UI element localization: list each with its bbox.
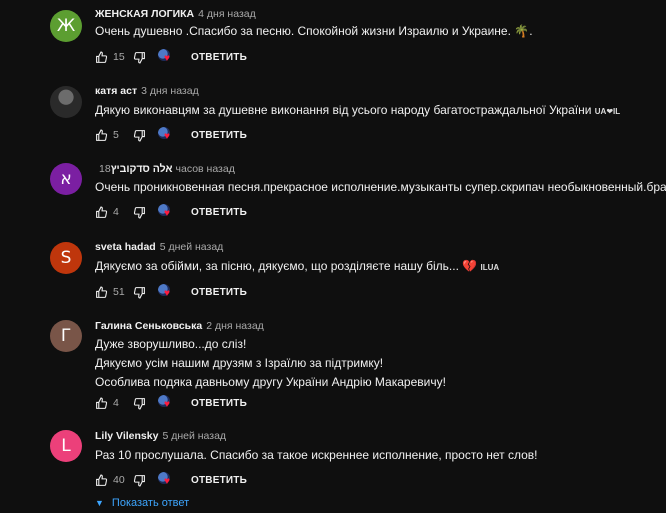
thumb-down-icon[interactable] [133, 286, 146, 299]
comment-actions: 51 ♥ ОТВЕТИТЬ [95, 284, 247, 300]
reply-button[interactable]: ОТВЕТИТЬ [191, 207, 247, 218]
comment-author[interactable]: Галина Сеньковська [95, 320, 202, 332]
reply-button[interactable]: ОТВЕТИТЬ [191, 287, 247, 298]
comment-text: Дякую виконавцям за душевне виконання ві… [95, 101, 620, 121]
comment-line: Дуже зворушливо...до сліз! [95, 337, 247, 351]
thumb-up-icon[interactable] [95, 474, 108, 487]
comment-time[interactable]: 2 дня назад [206, 320, 264, 332]
comment-line: Дякуємо за обійми, за пісню, дякуємо, що… [95, 259, 478, 273]
comment-text: Дуже зворушливо...до сліз! Дякуємо усім … [95, 335, 446, 392]
comment-author[interactable]: ЖЕНСКАЯ ЛОГИКА [95, 8, 194, 20]
comment-author[interactable]: sveta hadad [95, 241, 156, 253]
like-count: 5 [113, 129, 119, 141]
comment-actions: 4 ♥ ОТВЕТИТЬ [95, 395, 247, 411]
reply-button[interactable]: ОТВЕТИТЬ [191, 475, 247, 486]
creator-heart-icon: ♥ [158, 204, 174, 220]
thumb-up-icon[interactable] [95, 206, 108, 219]
comment-time[interactable]: 5 дней назад [162, 430, 226, 442]
creator-heart-icon: ♥ [158, 49, 174, 65]
comment-text: Очень душевно .Спасибо за песню. Спокойн… [95, 22, 533, 41]
thumb-down-icon[interactable] [133, 129, 146, 142]
avatar[interactable]: Г [50, 320, 82, 352]
thumb-up-icon[interactable] [95, 286, 108, 299]
comment-time[interactable]: 4 дня назад [198, 8, 256, 20]
avatar[interactable]: S [50, 242, 82, 274]
comment-line: Очень проникновенная песня.прекрасное ис… [95, 180, 666, 194]
flag-emoji: UA❤IL [594, 107, 621, 116]
comment-author[interactable]: катя аст [95, 85, 137, 97]
comment-author[interactable]: אלה סדקוביץ [111, 163, 173, 175]
like-count: 15 [113, 51, 125, 63]
flag-emoji: ILUA [480, 263, 500, 272]
avatar[interactable]: L [50, 430, 82, 462]
like-count: 40 [113, 474, 125, 486]
like-count: 51 [113, 286, 125, 298]
thumb-down-icon[interactable] [133, 397, 146, 410]
like-count: 4 [113, 397, 119, 409]
caret-down-icon: ▼ [95, 498, 104, 508]
comment-time[interactable]: 5 дней назад [160, 241, 224, 253]
comment-line: Дякую виконавцям за душевне виконання ві… [95, 103, 592, 117]
like-count: 4 [113, 206, 119, 218]
avatar[interactable]: Ж [50, 10, 82, 42]
thumb-down-icon[interactable] [133, 206, 146, 219]
thumb-up-icon[interactable] [95, 51, 108, 64]
creator-heart-icon: ♥ [158, 395, 174, 411]
thumb-down-icon[interactable] [133, 51, 146, 64]
show-replies-label: Показать ответ [111, 497, 190, 509]
thumb-down-icon[interactable] [133, 474, 146, 487]
creator-heart-icon: ♥ [158, 284, 174, 300]
creator-heart-icon: ♥ [158, 127, 174, 143]
comment-line: Очень душевно .Спасибо за песню. Спокойн… [95, 24, 533, 38]
comment-line: Особлива подяка давньому другу України А… [95, 375, 446, 389]
comment-text: Дякуємо за обійми, за пісню, дякуємо, що… [95, 257, 499, 277]
creator-heart-icon: ♥ [158, 472, 174, 488]
comment-text: Раз 10 прослушала. Спасибо за такое искр… [95, 446, 537, 465]
thumb-up-icon[interactable] [95, 397, 108, 410]
comment-line: Раз 10 прослушала. Спасибо за такое искр… [95, 448, 538, 462]
avatar[interactable]: א [50, 163, 82, 195]
comment-actions: 40 ♥ ОТВЕТИТЬ [95, 472, 247, 488]
comment-actions: 4 ♥ ОТВЕТИТЬ [95, 204, 247, 220]
comment-actions: 5 ♥ ОТВЕТИТЬ [95, 127, 247, 143]
comment-text: Очень проникновенная песня.прекрасное ис… [95, 178, 666, 197]
thumb-up-icon[interactable] [95, 129, 108, 142]
comment-author[interactable]: Lily Vilensky [95, 430, 158, 442]
comment-line: Дякуємо усім нашим друзям з Ізраїлю за п… [95, 356, 384, 370]
comment-time[interactable]: 3 дня назад [141, 85, 199, 97]
show-replies-button[interactable]: ▼ Показать ответ [95, 497, 189, 509]
reply-button[interactable]: ОТВЕТИТЬ [191, 398, 247, 409]
reply-button[interactable]: ОТВЕТИТЬ [191, 52, 247, 63]
avatar[interactable] [50, 86, 82, 118]
comment-actions: 15 ♥ ОТВЕТИТЬ [95, 49, 247, 65]
reply-button[interactable]: ОТВЕТИТЬ [191, 130, 247, 141]
